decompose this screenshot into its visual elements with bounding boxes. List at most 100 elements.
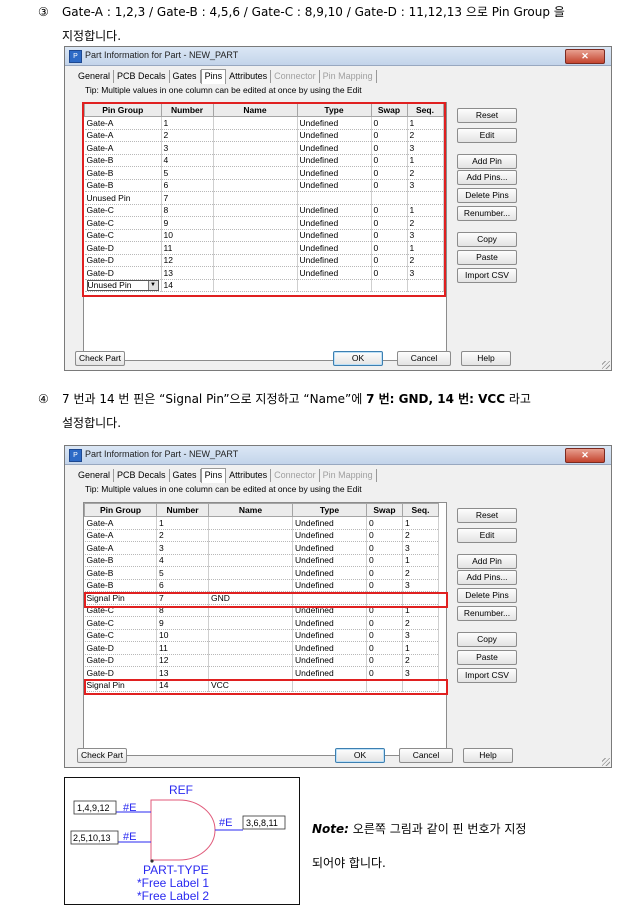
table-cell[interactable]: Unused Pin ▼: [84, 279, 162, 292]
table-cell[interactable]: 0: [366, 666, 403, 680]
table-cell[interactable]: 13: [161, 266, 214, 280]
table-row[interactable]: Gate-D 11 Undefined 0 1: [84, 241, 444, 255]
tab-pins[interactable]: Pins: [200, 69, 227, 84]
renumber-button[interactable]: Renumber...: [457, 206, 517, 221]
table-cell[interactable]: 0: [371, 179, 408, 192]
table-cell[interactable]: 2: [161, 129, 214, 142]
import-csv-button[interactable]: Import CSV: [457, 668, 517, 683]
table-row[interactable]: Gate-A 1 Undefined 0 1: [84, 116, 444, 130]
table-cell[interactable]: 14: [156, 679, 209, 692]
check-part-button[interactable]: Check Part: [77, 748, 127, 763]
table-cell[interactable]: 13: [156, 666, 209, 680]
paste-button[interactable]: Paste: [457, 250, 517, 265]
table-cell[interactable]: Gate-D: [84, 654, 157, 667]
table-cell[interactable]: Undefined: [297, 216, 372, 230]
table-cell[interactable]: Undefined: [292, 566, 367, 580]
table-cell[interactable]: 2: [402, 616, 439, 630]
table-cell[interactable]: Undefined: [292, 554, 367, 567]
pins-grid[interactable]: Pin Group Number Name Type Swap Seq. Gate-A 1 Un…: [83, 102, 447, 361]
table-cell[interactable]: [366, 679, 403, 692]
table-cell[interactable]: Gate-B: [84, 579, 157, 592]
edit-button[interactable]: Edit: [457, 128, 517, 143]
tab-attributes[interactable]: Attributes: [226, 469, 272, 482]
table-cell[interactable]: [213, 191, 298, 205]
table-cell[interactable]: Undefined: [297, 204, 372, 217]
table-cell[interactable]: 0: [371, 216, 408, 230]
table-cell[interactable]: Gate-C: [84, 616, 157, 630]
table-row[interactable]: Gate-D 12 Undefined 0 2: [84, 254, 444, 267]
copy-button[interactable]: Copy: [457, 632, 517, 647]
table-cell[interactable]: [208, 641, 293, 655]
table-cell[interactable]: [208, 554, 293, 567]
table-cell[interactable]: [297, 279, 372, 292]
cancel-button[interactable]: Cancel: [397, 351, 451, 366]
close-button[interactable]: ✕: [565, 49, 605, 64]
table-cell[interactable]: Undefined: [297, 179, 372, 192]
table-cell[interactable]: Undefined: [292, 666, 367, 680]
tab-pcb-decals[interactable]: PCB Decals: [114, 70, 170, 83]
table-row[interactable]: Gate-B 4 Undefined 0 1: [84, 554, 439, 567]
table-cell[interactable]: 2: [402, 529, 439, 542]
column-header[interactable]: Pin Group: [84, 503, 157, 517]
table-cell[interactable]: [371, 191, 408, 205]
table-cell[interactable]: Gate-B: [84, 166, 162, 180]
column-header[interactable]: Type: [296, 103, 372, 117]
table-cell[interactable]: [213, 179, 298, 192]
table-cell[interactable]: [292, 679, 367, 692]
column-header[interactable]: Seq.: [402, 503, 439, 517]
table-cell[interactable]: 11: [161, 241, 214, 255]
table-cell[interactable]: Gate-D: [84, 266, 162, 280]
table-cell[interactable]: [213, 241, 298, 255]
table-cell[interactable]: [366, 591, 403, 605]
tab-gates[interactable]: Gates: [170, 469, 201, 482]
table-row[interactable]: Gate-B 5 Undefined 0 2: [84, 166, 444, 180]
help-button[interactable]: Help: [463, 748, 513, 763]
table-cell[interactable]: 1: [161, 116, 214, 130]
table-row[interactable]: Gate-B 6 Undefined 0 3: [84, 179, 444, 192]
table-cell[interactable]: 0: [366, 616, 403, 630]
table-cell[interactable]: [208, 529, 293, 542]
table-cell[interactable]: Gate-C: [84, 204, 162, 217]
table-cell[interactable]: 0: [371, 129, 408, 142]
table-cell[interactable]: [208, 541, 293, 555]
table-cell[interactable]: [213, 254, 298, 267]
table-cell[interactable]: 0: [366, 554, 403, 567]
paste-button[interactable]: Paste: [457, 650, 517, 665]
column-header[interactable]: Type: [292, 503, 367, 517]
table-row[interactable]: Gate-D 12 Undefined 0 2: [84, 654, 439, 667]
table-cell[interactable]: Gate-A: [84, 116, 162, 130]
table-cell[interactable]: [292, 591, 367, 605]
table-cell[interactable]: 0: [366, 641, 403, 655]
table-cell[interactable]: Undefined: [297, 141, 372, 155]
table-cell[interactable]: [208, 516, 293, 530]
check-part-button[interactable]: Check Part: [75, 351, 125, 366]
table-cell[interactable]: Gate-C: [84, 216, 162, 230]
table-cell[interactable]: [371, 279, 408, 292]
table-cell[interactable]: [213, 216, 298, 230]
table-row[interactable]: Gate-D 13 Undefined 0 3: [84, 266, 444, 280]
table-cell[interactable]: 2: [407, 166, 444, 180]
table-cell[interactable]: Undefined: [292, 541, 367, 555]
table-cell[interactable]: [402, 679, 439, 692]
add-pin-button[interactable]: Add Pin: [457, 554, 517, 569]
table-cell[interactable]: 3: [161, 141, 214, 155]
table-cell[interactable]: 5: [161, 166, 214, 180]
table-cell[interactable]: 14: [161, 279, 214, 292]
pins-table[interactable]: Pin Group Number Name Type Swap Seq. Gate-A 1 Un…: [84, 103, 444, 292]
ok-button[interactable]: OK: [333, 351, 383, 366]
table-cell[interactable]: 3: [402, 541, 439, 555]
table-cell[interactable]: Undefined: [297, 241, 372, 255]
table-cell[interactable]: 3: [407, 179, 444, 192]
resize-grip[interactable]: [602, 361, 610, 369]
table-cell[interactable]: 2: [407, 129, 444, 142]
table-cell[interactable]: 8: [161, 204, 214, 217]
table-row[interactable]: Gate-C 8 Undefined 0 1: [84, 604, 439, 617]
add-pins-button[interactable]: Add Pins...: [457, 570, 517, 585]
table-cell[interactable]: [297, 191, 372, 205]
edit-button[interactable]: Edit: [457, 528, 517, 543]
tab-general[interactable]: General: [75, 469, 115, 482]
table-cell[interactable]: 4: [161, 154, 214, 167]
pins-grid[interactable]: Pin Group Number Name Type Swap Seq. Gate-A 1 Un…: [83, 502, 447, 756]
renumber-button[interactable]: Renumber...: [457, 606, 517, 621]
table-row[interactable]: Gate-A 2 Undefined 0 2: [84, 529, 439, 542]
